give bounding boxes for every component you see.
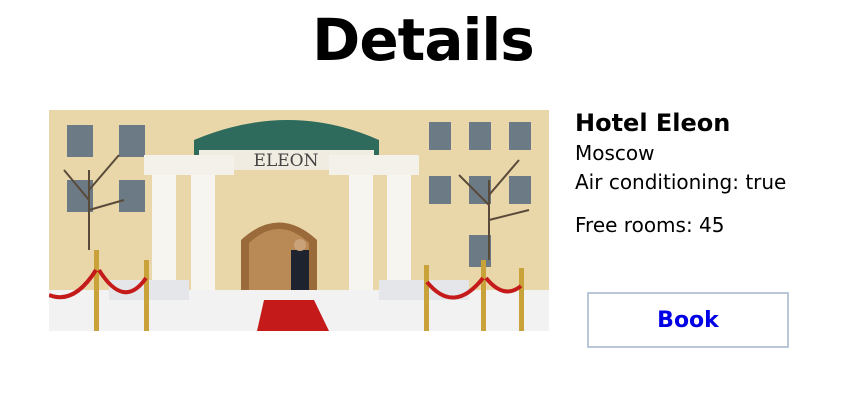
page-title: Details [312,6,535,74]
hotel-info: Hotel Eleon Moscow Air conditioning: tru… [575,108,835,240]
book-button[interactable]: Book [587,292,789,348]
hotel-name: Hotel Eleon [575,109,731,137]
photo-sign-text: ELEON [254,151,319,171]
free-rooms-count: Free rooms: 45 [575,213,725,237]
hotel-photo: ELEON [49,110,549,331]
air-conditioning-status: Air conditioning: true [575,170,787,194]
hotel-city: Moscow [575,141,655,165]
hotel-facade-image: ELEON [49,110,549,331]
